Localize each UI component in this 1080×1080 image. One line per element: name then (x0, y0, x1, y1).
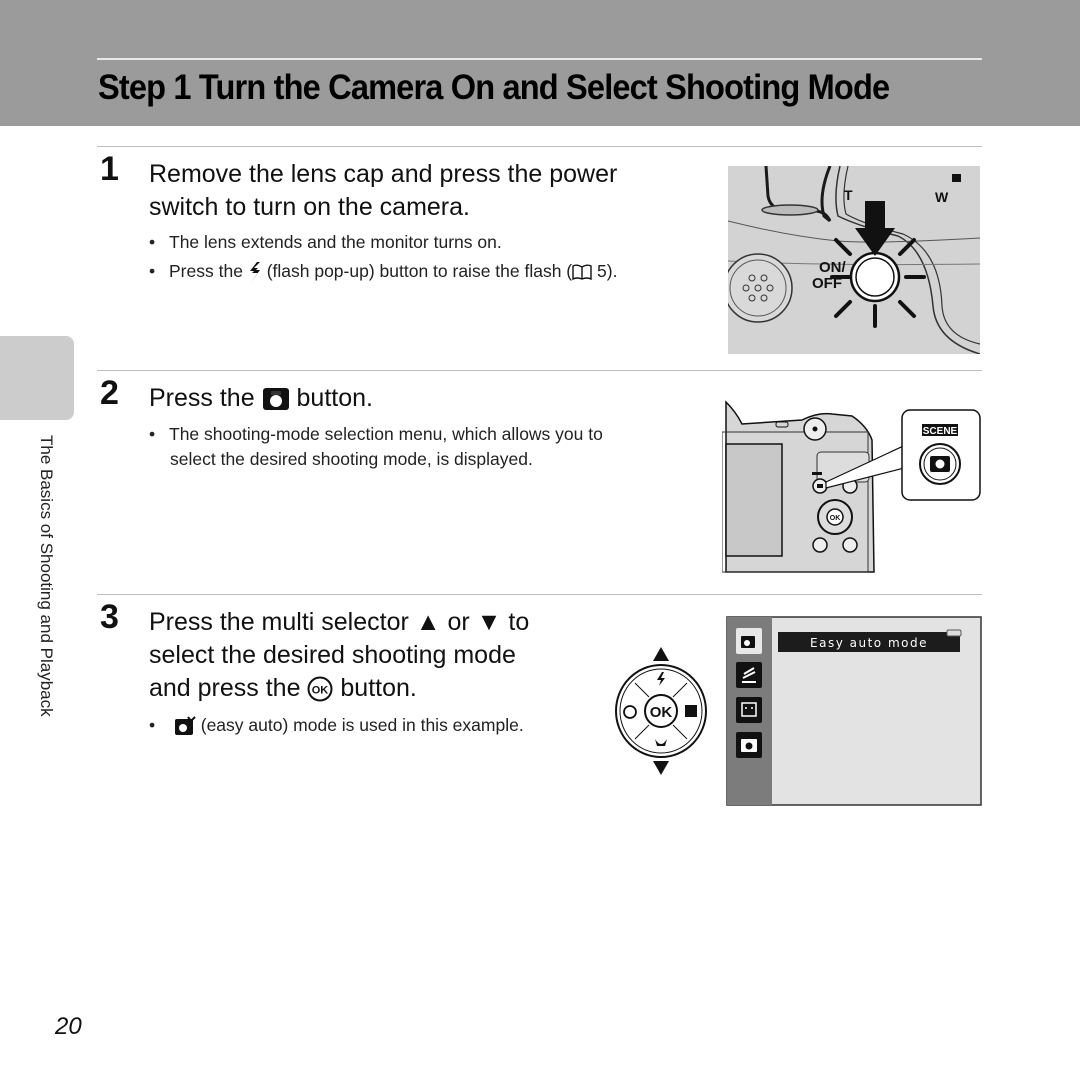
on-off-label: ON/ (819, 259, 847, 276)
bullet-text: 5). (597, 261, 618, 281)
multi-selector-illustration: OK (615, 647, 707, 775)
ok-button-icon: OK (307, 676, 333, 702)
step-divider (97, 594, 982, 595)
mode-smart-portrait (736, 697, 762, 723)
section-tab (0, 336, 74, 420)
ok-center-label: OK (650, 704, 673, 721)
tele-label: T (844, 187, 853, 203)
bullet-text: The shooting-mode selection menu, which … (169, 424, 603, 444)
step-heading-text: button. (340, 674, 417, 702)
scene-label: SCENE (923, 426, 958, 437)
bullet-text: The lens extends and the monitor turns o… (169, 232, 502, 252)
down-arrow-icon: ▼ (476, 608, 502, 636)
step-heading: Press the button. (149, 382, 373, 415)
step-heading-line: select the desired shooting mode (149, 641, 516, 669)
exposure-compensation-icon (685, 705, 697, 717)
bullet-text: Press the (169, 261, 243, 281)
step-heading-text: and press the (149, 674, 301, 702)
step-divider (97, 146, 982, 147)
up-arrow-icon: ▲ (415, 608, 441, 636)
up-arrow-icon (653, 647, 669, 661)
step-heading-text: Press the multi selector (149, 608, 409, 636)
ok-symbol: OK (312, 685, 329, 697)
step-heading-text: Press the (149, 384, 255, 412)
ok-label: OK (830, 515, 841, 522)
bullet-item: • The shooting-mode selection menu, which… (149, 422, 603, 472)
camera-back-illustration: OK SCENE (722, 400, 981, 573)
battery-icon (946, 629, 962, 637)
step-heading: Remove the lens cap and press the power … (149, 158, 617, 224)
step-heading-line: Remove the lens cap and press the power (149, 160, 618, 188)
step-heading-text: button. (296, 384, 373, 412)
mode-name-text: Easy auto mode (810, 636, 928, 650)
book-reference-icon (572, 264, 592, 281)
step-number: 2 (100, 374, 119, 412)
flash-icon (249, 262, 260, 283)
camera-shooting-mode-icon (262, 388, 289, 411)
step-number: 1 (100, 150, 119, 188)
shooting-mode-menu-screen: Easy auto mode (726, 616, 982, 806)
bullet-text: (easy auto) mode is used in this example… (200, 715, 524, 735)
bullet-text: select the desired shooting mode, is dis… (170, 449, 533, 469)
step-heading-text: or (447, 608, 470, 636)
header-rule (97, 58, 982, 60)
step-heading: Press the multi selector ▲ or ▼ to selec… (149, 606, 529, 705)
power-switch-illustration: T W ON/ OFF (728, 166, 980, 354)
bullet-item: • The lens extends and the monitor turns … (149, 232, 502, 252)
step-heading-text: to (508, 608, 530, 636)
step-heading-line: switch to turn on the camera. (149, 193, 470, 221)
step-number: 3 (100, 598, 119, 636)
down-arrow-icon (653, 761, 669, 775)
page-number: 20 (55, 1013, 82, 1040)
bullet-item: • Press the (flash pop-up) button to rais… (149, 261, 618, 283)
easy-auto-icon (174, 716, 196, 736)
page-title: Step 1 Turn the Camera On and Select Sho… (98, 68, 890, 107)
step-divider (97, 370, 982, 371)
bullet-text: (flash pop-up) button to raise the flash… (266, 261, 573, 281)
wide-label: W (935, 189, 949, 205)
page-header: Step 1 Turn the Camera On and Select Sho… (0, 0, 1080, 126)
section-tab-label: The Basics of Shooting and Playback (37, 435, 56, 717)
bullet-item: • (easy auto) mode is used in this examp… (149, 715, 524, 736)
